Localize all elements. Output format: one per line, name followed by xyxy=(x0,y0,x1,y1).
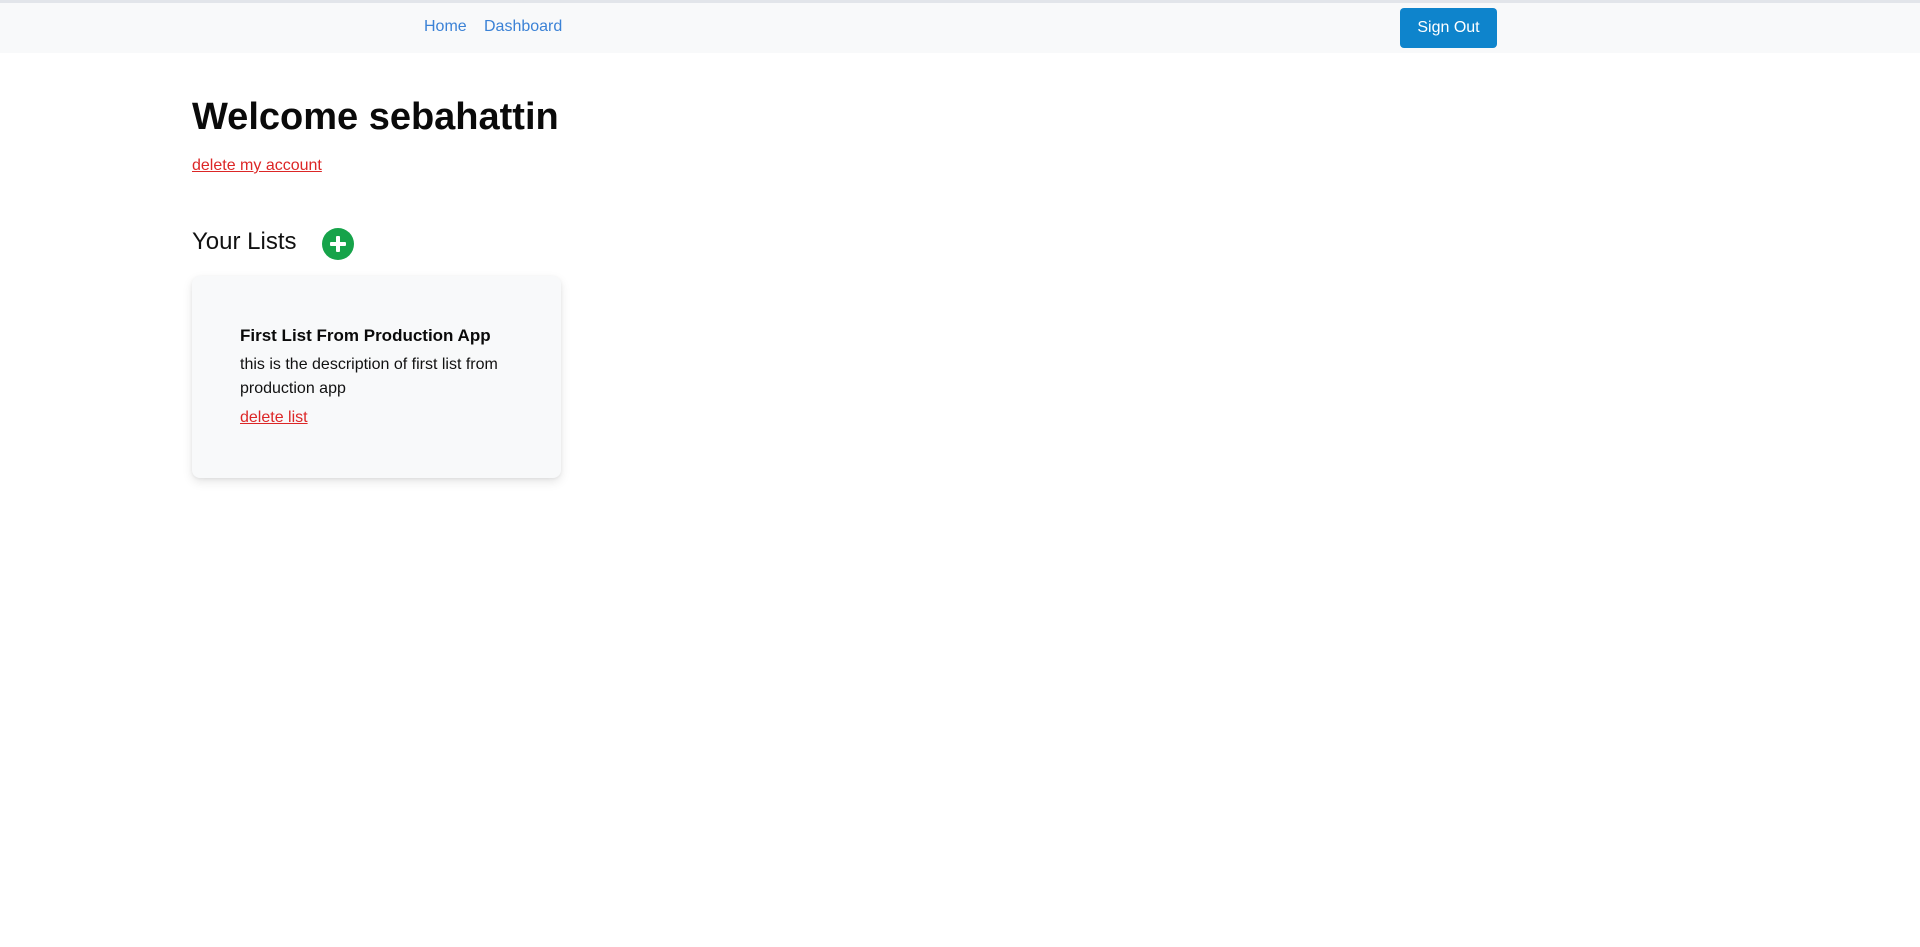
list-card-description: this is the description of first list fr… xyxy=(240,356,498,397)
sign-out-button[interactable]: Sign Out xyxy=(1400,8,1497,48)
delete-list-link[interactable]: delete list xyxy=(240,409,308,427)
delete-account-link[interactable]: delete my account xyxy=(192,157,322,175)
list-card: First List From Production App this is t… xyxy=(192,276,561,478)
welcome-heading: Welcome sebahattin xyxy=(192,96,559,138)
nav-link-home[interactable]: Home xyxy=(424,18,467,36)
lists-heading: Your Lists xyxy=(192,228,297,255)
navbar: Home Dashboard Sign Out xyxy=(0,3,1920,53)
add-list-button[interactable] xyxy=(322,228,354,260)
plus-circle-icon xyxy=(330,236,346,252)
nav-link-dashboard[interactable]: Dashboard xyxy=(484,18,562,36)
list-card-title: First List From Production App xyxy=(240,326,491,345)
